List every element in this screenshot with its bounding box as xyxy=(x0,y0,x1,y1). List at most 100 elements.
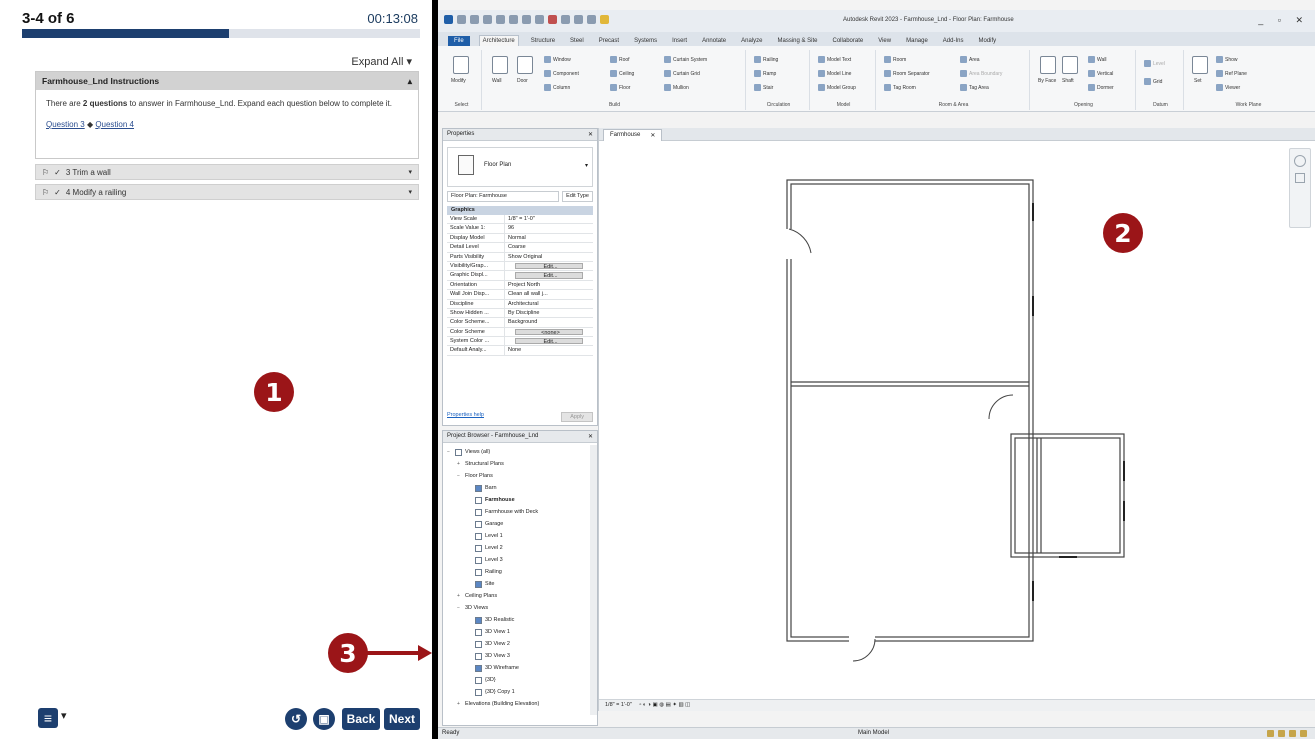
area-boundary-button[interactable]: Area Boundary xyxy=(960,70,1002,77)
undo-icon[interactable] xyxy=(483,15,492,24)
tree-toggle-icon[interactable]: + xyxy=(457,461,463,467)
close-icon[interactable]: ✕ xyxy=(588,433,593,440)
area-button[interactable]: Area xyxy=(960,56,980,63)
tab-insert[interactable]: Insert xyxy=(669,36,690,46)
model-group-button[interactable]: Model Group xyxy=(818,84,856,91)
section-icon[interactable] xyxy=(587,15,596,24)
property-value[interactable]: Show Original xyxy=(505,253,593,261)
browser-node[interactable]: − Views (all) xyxy=(447,446,593,458)
door-button[interactable]: Door xyxy=(517,78,528,84)
question-3-link[interactable]: Question 3 xyxy=(46,120,85,129)
redo-icon[interactable] xyxy=(496,15,505,24)
property-value[interactable]: 96 xyxy=(505,224,593,232)
pinned-icon[interactable] xyxy=(1289,730,1296,737)
vertical-button[interactable]: Vertical xyxy=(1088,70,1113,77)
type-selector[interactable]: Floor Plan ▾ xyxy=(447,147,593,187)
grid-button[interactable]: Grid xyxy=(1144,78,1162,85)
browser-node[interactable]: Barn xyxy=(447,482,593,494)
next-button[interactable]: Next xyxy=(384,708,420,730)
browser-scrollbar[interactable] xyxy=(590,445,597,715)
property-value[interactable]: Architectural xyxy=(505,300,593,308)
tab-massing-site[interactable]: Massing & Site xyxy=(774,36,820,46)
set-button[interactable]: Set xyxy=(1194,78,1202,84)
close-icon[interactable]: ✕ xyxy=(650,132,655,139)
back-button[interactable]: Back xyxy=(342,708,380,730)
property-row[interactable]: Default Analy... None xyxy=(447,346,593,356)
close-hidden-icon[interactable] xyxy=(600,15,609,24)
property-value[interactable]: None xyxy=(505,346,593,354)
shaft-icon[interactable] xyxy=(1062,56,1078,74)
open-icon[interactable] xyxy=(457,15,466,24)
review-check-icon[interactable]: ✓ xyxy=(54,188,61,197)
review-check-icon[interactable]: ✓ xyxy=(54,168,61,177)
tab-architecture[interactable]: Architecture xyxy=(478,35,519,46)
stair-button[interactable]: Stair xyxy=(754,84,773,91)
browser-node[interactable]: Garage xyxy=(447,518,593,530)
property-row[interactable]: Discipline Architectural xyxy=(447,299,593,309)
browser-node[interactable]: {3D} Copy 1 xyxy=(447,686,593,698)
dormer-button[interactable]: Dormer xyxy=(1088,84,1114,91)
property-value[interactable]: Clean all wall j... xyxy=(505,290,593,298)
graphics-section-header[interactable]: Graphics xyxy=(447,206,593,215)
property-row[interactable]: Visibility/Grap... Edit... xyxy=(447,261,593,272)
tab-precast[interactable]: Precast xyxy=(596,36,622,46)
property-value[interactable]: By Discipline xyxy=(505,309,593,317)
shaft-button[interactable]: Shaft xyxy=(1062,78,1074,84)
tab-modify[interactable]: Modify xyxy=(975,36,999,46)
zoom-icon[interactable] xyxy=(1295,173,1305,183)
component-button[interactable]: Component xyxy=(544,70,579,77)
property-row[interactable]: Color Scheme <none> xyxy=(447,327,593,338)
property-row[interactable]: Show Hidden ... By Discipline xyxy=(447,308,593,319)
steering-wheel-icon[interactable] xyxy=(1294,155,1306,167)
question-4-link[interactable]: Question 4 xyxy=(95,120,134,129)
floor-button[interactable]: Floor xyxy=(610,84,630,91)
by-face-button[interactable]: By Face xyxy=(1038,78,1056,84)
column-button[interactable]: Column xyxy=(544,84,570,91)
link-icon[interactable] xyxy=(1267,730,1274,737)
tag-area-button[interactable]: Tag Area xyxy=(960,84,989,91)
property-value[interactable]: Background xyxy=(505,318,593,326)
modify-button[interactable]: Modify xyxy=(451,78,466,84)
browser-node[interactable]: Railing xyxy=(447,566,593,578)
tab-systems[interactable]: Systems xyxy=(631,36,660,46)
tab-file[interactable]: File xyxy=(448,36,470,46)
property-row[interactable]: Display Model Normal xyxy=(447,233,593,244)
model-line-button[interactable]: Model Line xyxy=(818,70,851,77)
window-controls[interactable]: _ ▫ ✕ xyxy=(1258,15,1309,26)
filter-icon[interactable] xyxy=(1300,730,1307,737)
flag-icon[interactable]: ⚐ xyxy=(42,168,49,177)
tab-analyze[interactable]: Analyze xyxy=(738,36,765,46)
tab-annotate[interactable]: Annotate xyxy=(699,36,729,46)
show-button[interactable]: Show xyxy=(1216,56,1238,63)
flag-icon[interactable]: ⚐ xyxy=(42,188,49,197)
wall-button[interactable]: Wall xyxy=(492,78,502,84)
edit-type-button[interactable]: Edit Type xyxy=(562,191,593,202)
door-icon[interactable] xyxy=(517,56,533,74)
3d-view-icon[interactable] xyxy=(574,15,583,24)
browser-node[interactable]: + Structural Plans xyxy=(447,458,593,470)
browser-node[interactable]: + Elevations (Building Elevation) xyxy=(447,698,593,710)
modify-icon[interactable] xyxy=(453,56,469,74)
property-value[interactable]: Edit... xyxy=(515,262,583,270)
browser-node[interactable]: 3D View 3 xyxy=(447,650,593,662)
floor-plan-drawing[interactable] xyxy=(599,141,1315,711)
property-value[interactable]: Edit... xyxy=(515,272,583,279)
underlay-icon[interactable] xyxy=(1278,730,1285,737)
properties-help-link[interactable]: Properties help xyxy=(447,412,484,422)
wall-opening-button[interactable]: Wall xyxy=(1088,56,1107,63)
annex-outline[interactable] xyxy=(1010,433,1125,558)
measure-icon[interactable] xyxy=(522,15,531,24)
close-icon[interactable]: ✕ xyxy=(588,131,593,138)
property-row[interactable]: Graphic Displ... Edit... xyxy=(447,271,593,281)
view-control-icons[interactable]: ▫ ◐ ◑ ▣ ◍ ▤ ✦ ▥ ◫ xyxy=(639,702,690,708)
property-value[interactable]: Coarse xyxy=(505,243,593,251)
view-scale-label[interactable]: 1/8" = 1'-0" xyxy=(605,702,632,708)
browser-node[interactable]: 3D View 1 xyxy=(447,626,593,638)
browser-node[interactable]: + Ceiling Plans xyxy=(447,590,593,602)
tab-manage[interactable]: Manage xyxy=(903,36,931,46)
room-button[interactable]: Room xyxy=(884,56,906,63)
property-value[interactable]: Edit... xyxy=(515,338,583,345)
property-value[interactable]: <none> xyxy=(515,328,583,336)
active-workset[interactable]: Main Model xyxy=(858,730,889,736)
browser-node[interactable]: Site xyxy=(447,578,593,590)
